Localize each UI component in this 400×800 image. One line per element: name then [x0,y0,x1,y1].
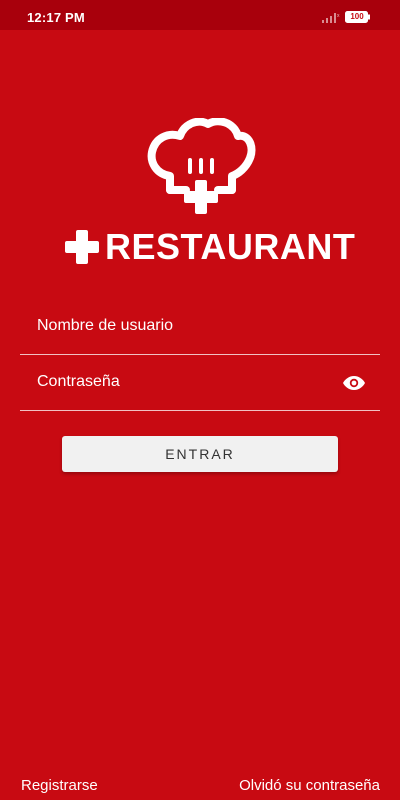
brand-name: RESTAURANT [105,226,356,267]
register-link[interactable]: Registrarse [21,777,98,794]
brand-row: RESTAURANT [65,228,355,266]
login-button[interactable]: ENTRAR [62,436,338,472]
password-field[interactable]: Contraseña [20,370,380,411]
username-field[interactable]: Nombre de usuario [20,314,380,355]
status-bar: 12:17 PM x 100 [0,0,400,30]
status-time: 12:17 PM [27,10,85,25]
battery-level: 100 [350,12,364,21]
forgot-password-link[interactable]: Olvidó su contraseña [239,777,380,794]
password-label: Contraseña [37,373,120,390]
plus-icon [65,230,99,264]
svg-text:x: x [337,13,340,19]
eye-icon[interactable] [342,371,366,395]
chef-hat-plus-icon [147,118,256,214]
username-label: Nombre de usuario [37,317,174,334]
signal-icon: x [322,13,340,23]
